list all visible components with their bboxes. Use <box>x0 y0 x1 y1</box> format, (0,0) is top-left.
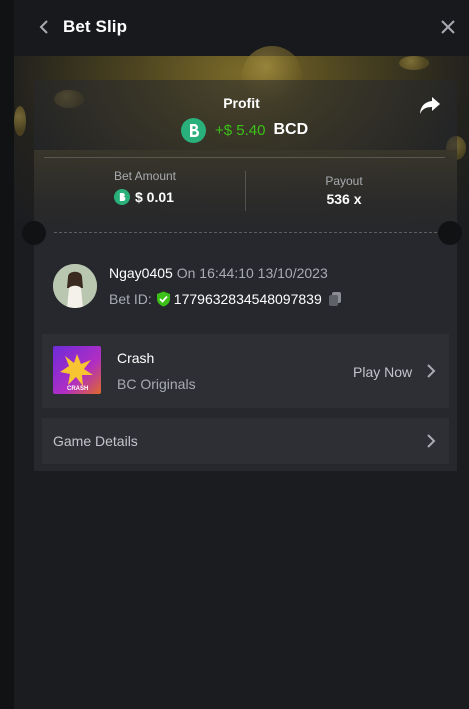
close-icon <box>441 20 455 34</box>
bet-amount-label: Bet Amount <box>113 169 177 183</box>
share-button[interactable] <box>419 96 443 118</box>
profit-label: Profit <box>223 95 260 111</box>
payout-label: Payout <box>325 174 363 188</box>
page-title: Bet Slip <box>63 17 128 36</box>
bc-coin-icon <box>181 117 206 143</box>
bet-slip-panel: Bet Slip Profit +$ 5.40 BCD Bet Amount $… <box>14 0 469 709</box>
decorative-coin <box>399 56 429 70</box>
bet-id-label: Bet ID: <box>109 291 152 307</box>
game-row[interactable]: CRASH Crash BC Originals Play Now <box>42 334 449 408</box>
chevron-right-icon <box>427 434 436 448</box>
back-button[interactable] <box>34 17 54 37</box>
left-edge-strip <box>0 0 14 709</box>
chevron-right-icon <box>427 364 436 378</box>
profit-value: +$ 5.40 <box>215 121 266 139</box>
game-name: Crash <box>117 350 155 366</box>
game-provider: BC Originals <box>117 376 196 392</box>
dashed-divider <box>54 232 437 233</box>
avatar[interactable] <box>53 264 97 308</box>
bet-id-line: Bet ID: 1779632834548097839 <box>109 291 342 307</box>
payout-value: 536 x <box>326 191 362 207</box>
profit-row: +$ 5.40 BCD <box>181 117 308 143</box>
game-details-row[interactable]: Game Details <box>42 418 449 464</box>
ticket-notch-left <box>22 221 46 245</box>
profit-currency: BCD <box>273 121 309 138</box>
game-thumbnail: CRASH <box>53 346 101 394</box>
header: Bet Slip <box>14 0 469 56</box>
ticket-notch-right <box>438 221 462 245</box>
share-icon <box>420 97 440 114</box>
svg-text:CRASH: CRASH <box>67 386 88 392</box>
bet-amount-value: $ 0.01 <box>135 189 174 205</box>
copy-icon[interactable] <box>328 291 342 307</box>
verified-shield-icon <box>156 291 170 307</box>
bet-amount-row: $ 0.01 <box>114 189 174 205</box>
divider-vertical <box>245 171 246 211</box>
bet-timestamp: On 16:44:10 13/10/2023 <box>176 265 328 281</box>
user-line: Ngay0405 On 16:44:10 13/10/2023 <box>109 265 328 281</box>
bc-coin-icon <box>114 189 130 205</box>
divider <box>44 157 445 158</box>
game-details-label: Game Details <box>53 433 138 449</box>
username[interactable]: Ngay0405 <box>109 265 173 281</box>
chevron-left-icon <box>39 20 48 34</box>
close-button[interactable] <box>438 17 458 37</box>
bet-id-value: 1779632834548097839 <box>173 291 322 307</box>
play-now-button[interactable]: Play Now <box>353 364 412 380</box>
